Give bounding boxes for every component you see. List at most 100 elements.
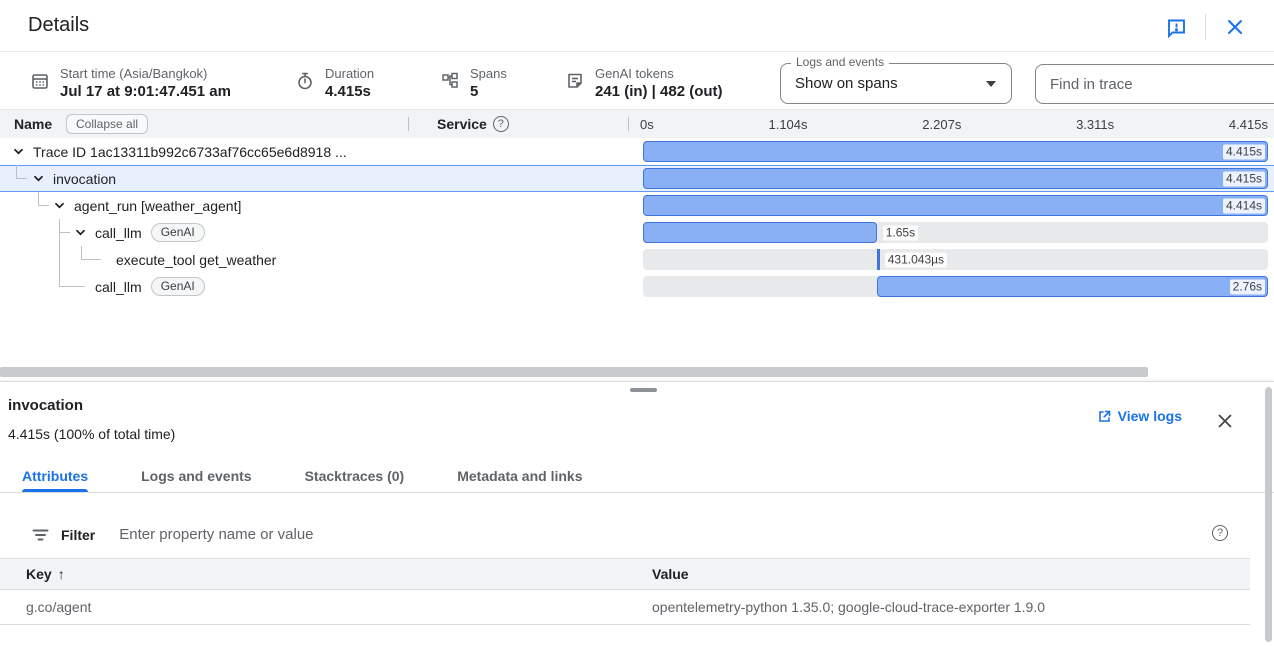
span-duration-label: 431.043µs: [885, 252, 947, 267]
span-detail-duration: 4.415s (100% of total time): [8, 426, 175, 442]
chevron-down-icon[interactable]: [32, 175, 44, 182]
help-icon[interactable]: ?: [1212, 525, 1228, 541]
tick-label: 1.104s: [768, 117, 807, 132]
tab-logs-and-events[interactable]: Logs and events: [141, 462, 251, 492]
tab-attributes[interactable]: Attributes: [22, 462, 88, 492]
close-icon: [1216, 412, 1234, 430]
attribute-value: opentelemetry-python 1.35.0; google-clou…: [652, 590, 1045, 625]
trace-details-page: Details: [0, 0, 1274, 646]
open-in-new-icon: [1097, 409, 1112, 424]
view-logs-link[interactable]: View logs: [1097, 408, 1182, 424]
span-row-invocation[interactable]: invocation 4.415s: [0, 165, 1274, 192]
start-time-label: Start time (Asia/Bangkok): [60, 65, 231, 82]
collapse-all-button[interactable]: Collapse all: [66, 114, 148, 134]
column-divider: [408, 117, 409, 131]
span-duration-label: 4.414s: [1223, 198, 1265, 213]
filter-input[interactable]: [119, 526, 1019, 543]
tick-label: 3.311s: [1076, 117, 1114, 132]
timeline-track: [643, 249, 1268, 270]
span-bar[interactable]: 4.414s: [643, 195, 1268, 216]
span-duration-label: 4.415s: [1223, 171, 1265, 186]
genai-tokens-icon: [565, 71, 585, 101]
stat-spans: Spans 5: [440, 65, 507, 101]
span-row-trace[interactable]: Trace ID 1ac13311b992c6733af76cc65e6d891…: [0, 138, 1274, 165]
span-row-call-llm-2[interactable]: call_llm GenAI 2.76s: [0, 273, 1274, 300]
span-name: invocation: [53, 171, 116, 187]
name-column-header: Name: [14, 110, 52, 138]
close-panel-button[interactable]: [1210, 406, 1240, 436]
vertical-scrollbar[interactable]: [1265, 387, 1272, 642]
duration-label: Duration: [325, 65, 374, 82]
genai-tokens-value: 241 (in) | 482 (out): [595, 82, 723, 101]
tab-stacktraces[interactable]: Stacktraces (0): [305, 462, 405, 492]
span-instant-marker[interactable]: [877, 249, 880, 270]
stat-duration: Duration 4.415s: [295, 65, 374, 101]
horizontal-scrollbar[interactable]: [0, 367, 1148, 377]
stopwatch-icon: [295, 71, 315, 101]
spans-value: 5: [470, 82, 507, 101]
tick-label: 0s: [640, 117, 654, 132]
attributes-filter-bar: Filter ?: [0, 512, 1274, 557]
attributes-table-header: Key↑ Value: [0, 558, 1250, 590]
feedback-button[interactable]: [1161, 12, 1191, 42]
tick-label: 2.207s: [922, 117, 961, 132]
header-actions: [1161, 12, 1250, 42]
header-divider: [1205, 14, 1206, 40]
find-in-trace-input[interactable]: [1035, 64, 1274, 104]
filter-label: Filter: [61, 527, 95, 543]
spans-label: Spans: [470, 65, 507, 82]
genai-badge: GenAI: [151, 277, 205, 296]
chevron-down-icon[interactable]: [53, 202, 65, 209]
span-name: call_llm: [95, 225, 142, 241]
sort-ascending-icon: ↑: [58, 566, 65, 582]
close-icon: [1225, 17, 1245, 37]
chevron-down-icon[interactable]: [12, 148, 24, 155]
stat-start-time: Start time (Asia/Bangkok) Jul 17 at 9:01…: [30, 65, 231, 101]
feedback-icon: [1165, 16, 1188, 39]
logs-and-events-dropdown[interactable]: Logs and events Show on spans: [780, 63, 1012, 104]
close-details-button[interactable]: [1220, 12, 1250, 42]
span-bar[interactable]: [643, 222, 877, 243]
service-column-header: Service ?: [437, 110, 509, 138]
help-icon[interactable]: ?: [493, 116, 509, 132]
span-name: Trace ID 1ac13311b992c6733af76cc65e6d891…: [33, 144, 347, 160]
spans-icon: [440, 71, 460, 101]
span-detail-title: invocation: [8, 397, 83, 414]
calendar-icon: [30, 71, 50, 101]
waterfall-header: Name Collapse all Service ? 0s 1.104s 2.…: [0, 110, 1274, 138]
span-bar[interactable]: 2.76s: [877, 276, 1268, 297]
span-row-call-llm-1[interactable]: call_llm GenAI 1.65s: [0, 219, 1274, 246]
panel-drag-handle[interactable]: [630, 388, 657, 392]
start-time-value: Jul 17 at 9:01:47.451 am: [60, 82, 231, 101]
tab-metadata-and-links[interactable]: Metadata and links: [457, 462, 582, 492]
filter-icon: [32, 528, 49, 542]
span-name: call_llm: [95, 279, 142, 295]
span-detail-panel: invocation 4.415s (100% of total time) V…: [0, 381, 1274, 646]
tick-label: 4.415s: [1229, 117, 1268, 132]
span-waterfall: Trace ID 1ac13311b992c6733af76cc65e6d891…: [0, 138, 1274, 300]
trace-summary-toolbar: Start time (Asia/Bangkok) Jul 17 at 9:01…: [0, 52, 1274, 110]
panel-tabs: Attributes Logs and events Stacktraces (…: [0, 462, 1274, 493]
page-title: Details: [28, 14, 89, 37]
attribute-key: g.co/agent: [26, 590, 91, 625]
span-bar[interactable]: 4.415s: [643, 168, 1268, 189]
value-column-header: Value: [652, 559, 689, 589]
column-divider: [628, 117, 629, 131]
span-duration-label: 2.76s: [1230, 279, 1265, 294]
duration-value: 4.415s: [325, 82, 374, 101]
span-row-execute-tool[interactable]: execute_tool get_weather 431.043µs: [0, 246, 1274, 273]
span-bar[interactable]: 4.415s: [643, 141, 1268, 162]
attribute-row[interactable]: g.co/agent opentelemetry-python 1.35.0; …: [0, 590, 1250, 625]
span-duration-label: 4.415s: [1223, 144, 1265, 159]
span-row-agent-run[interactable]: agent_run [weather_agent] 4.414s: [0, 192, 1274, 219]
chevron-down-icon: [986, 81, 996, 87]
view-logs-label: View logs: [1118, 408, 1182, 424]
chevron-down-icon[interactable]: [74, 229, 86, 236]
span-name: execute_tool get_weather: [116, 252, 276, 268]
span-duration-label: 1.65s: [883, 225, 918, 240]
stat-genai-tokens: GenAI tokens 241 (in) | 482 (out): [565, 65, 723, 101]
logs-and-events-dropdown-value: Show on spans: [795, 64, 898, 103]
key-column-header[interactable]: Key↑: [26, 559, 65, 589]
genai-badge: GenAI: [151, 223, 205, 242]
span-name: agent_run [weather_agent]: [74, 198, 241, 214]
